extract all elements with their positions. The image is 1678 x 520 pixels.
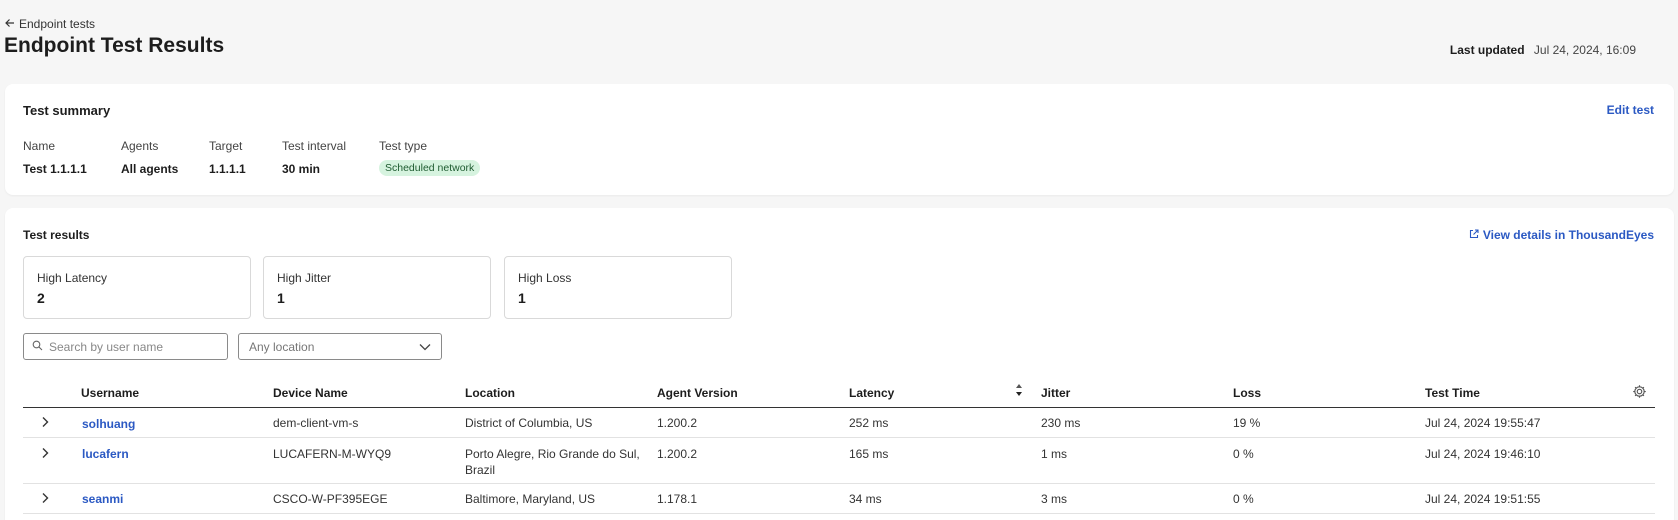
- sort-icon[interactable]: [1015, 383, 1023, 400]
- device-name: CSCO-W-PF395EGE: [273, 492, 388, 506]
- jitter: 230 ms: [1041, 416, 1081, 430]
- chevron-right-icon[interactable]: [41, 492, 49, 507]
- agent-version: 1.200.2: [657, 447, 698, 461]
- device-name: LUCAFERN-M-WYQ9: [273, 447, 392, 461]
- field-interval-value: 30 min: [282, 162, 321, 176]
- last-updated: Last updated Jul 24, 2024, 16:09: [1450, 43, 1636, 57]
- field-agents-value: All agents: [121, 162, 179, 176]
- column-loss[interactable]: Loss: [1233, 386, 1261, 400]
- chevron-right-icon[interactable]: [41, 447, 49, 462]
- search-icon: [32, 340, 43, 354]
- location: Baltimore, Maryland, US: [465, 492, 596, 506]
- column-agent-version[interactable]: Agent Version: [657, 386, 738, 400]
- stat-high-jitter: High Jitter 1: [263, 256, 491, 319]
- test-type-badge: Scheduled network: [379, 160, 481, 176]
- username-link[interactable]: seanmi: [82, 491, 123, 507]
- column-username[interactable]: Username: [81, 386, 139, 400]
- test-time: Jul 24, 2024 19:46:10: [1425, 447, 1541, 461]
- test-results-title: Test results: [23, 228, 90, 242]
- chevron-right-icon[interactable]: [41, 416, 49, 431]
- page-title: Endpoint Test Results: [4, 34, 225, 57]
- location: Porto Alegre, Rio Grande do Sul, Brazil: [465, 446, 640, 478]
- test-summary-card: Test summary Edit test Name Test 1.1.1.1…: [5, 84, 1674, 195]
- test-results-card: Test results View details in ThousandEye…: [5, 208, 1674, 520]
- loss: 0 %: [1233, 447, 1254, 461]
- search-box[interactable]: [23, 333, 228, 360]
- table-row[interactable]: lucafern LUCAFERN-M-WYQ9 Porto Alegre, R…: [23, 438, 1655, 484]
- location-select[interactable]: Any location: [238, 333, 442, 360]
- stat-label: High Latency: [37, 271, 108, 285]
- loss: 0 %: [1233, 492, 1254, 506]
- edit-test-link[interactable]: Edit test: [1607, 103, 1654, 117]
- stat-high-loss: High Loss 1: [504, 256, 732, 319]
- jitter: 3 ms: [1041, 492, 1068, 506]
- arrow-left-icon: [5, 17, 15, 31]
- latency: 252 ms: [849, 416, 889, 430]
- view-details-label: View details in ThousandEyes: [1482, 228, 1654, 242]
- stat-label: High Jitter: [277, 271, 332, 285]
- device-name: dem-client-vm-s: [273, 416, 359, 430]
- column-latency[interactable]: Latency: [849, 386, 894, 400]
- back-link-label: Endpoint tests: [19, 17, 96, 31]
- field-name-value: Test 1.1.1.1: [23, 162, 87, 176]
- results-table: Username Device Name Location Agent Vers…: [23, 376, 1655, 514]
- table-header: Username Device Name Location Agent Vers…: [23, 376, 1655, 408]
- field-name: Name Test 1.1.1.1: [23, 139, 87, 176]
- location-line: Porto Alegre, Rio Grande do Sul,: [465, 447, 640, 461]
- chevron-down-icon: [419, 340, 431, 354]
- field-interval-key: Test interval: [282, 139, 347, 153]
- jitter: 1 ms: [1041, 447, 1068, 461]
- latency: 34 ms: [849, 492, 882, 506]
- column-test-time[interactable]: Test Time: [1425, 386, 1480, 400]
- column-device-name[interactable]: Device Name: [273, 386, 348, 400]
- stat-value: 1: [518, 290, 526, 306]
- username-link[interactable]: lucafern: [82, 446, 129, 462]
- stat-value: 1: [277, 290, 285, 306]
- location-select-value: Any location: [249, 339, 315, 354]
- stat-high-latency: High Latency 2: [23, 256, 251, 319]
- agent-version: 1.200.2: [657, 416, 698, 430]
- username-link[interactable]: solhuang: [82, 416, 135, 432]
- location: District of Columbia, US: [465, 416, 593, 430]
- table-row[interactable]: seanmi CSCO-W-PF395EGE Baltimore, Maryla…: [23, 484, 1655, 514]
- test-summary-title: Test summary: [23, 103, 111, 118]
- agent-version: 1.178.1: [657, 492, 698, 506]
- loss: 19 %: [1233, 416, 1261, 430]
- last-updated-value: Jul 24, 2024, 16:09: [1533, 43, 1636, 57]
- field-agents: Agents All agents: [121, 139, 178, 176]
- field-test-type-key: Test type: [379, 139, 428, 153]
- field-name-key: Name: [23, 139, 56, 153]
- column-jitter[interactable]: Jitter: [1041, 386, 1070, 400]
- stat-value: 2: [37, 290, 45, 306]
- field-interval: Test interval 30 min: [282, 139, 346, 176]
- latency: 165 ms: [849, 447, 889, 461]
- stat-label: High Loss: [518, 271, 572, 285]
- view-details-thousandeyes-link[interactable]: View details in ThousandEyes: [1469, 228, 1654, 242]
- column-location[interactable]: Location: [465, 386, 515, 400]
- field-target-value: 1.1.1.1: [209, 162, 246, 176]
- location-line: Brazil: [465, 463, 496, 477]
- last-updated-label: Last updated: [1449, 43, 1525, 57]
- gear-icon[interactable]: [1632, 384, 1647, 402]
- field-target-key: Target: [209, 139, 243, 153]
- test-time: Jul 24, 2024 19:55:47: [1425, 416, 1541, 430]
- table-row[interactable]: solhuang dem-client-vm-s District of Col…: [23, 408, 1655, 438]
- external-link-icon: [1469, 228, 1479, 242]
- back-link-endpoint-tests[interactable]: Endpoint tests: [5, 17, 95, 31]
- field-agents-key: Agents: [121, 139, 159, 153]
- search-input[interactable]: [49, 339, 219, 354]
- field-target: Target 1.1.1.1: [209, 139, 246, 176]
- test-time: Jul 24, 2024 19:51:55: [1425, 492, 1541, 506]
- field-test-type: Test type Scheduled network: [379, 139, 481, 176]
